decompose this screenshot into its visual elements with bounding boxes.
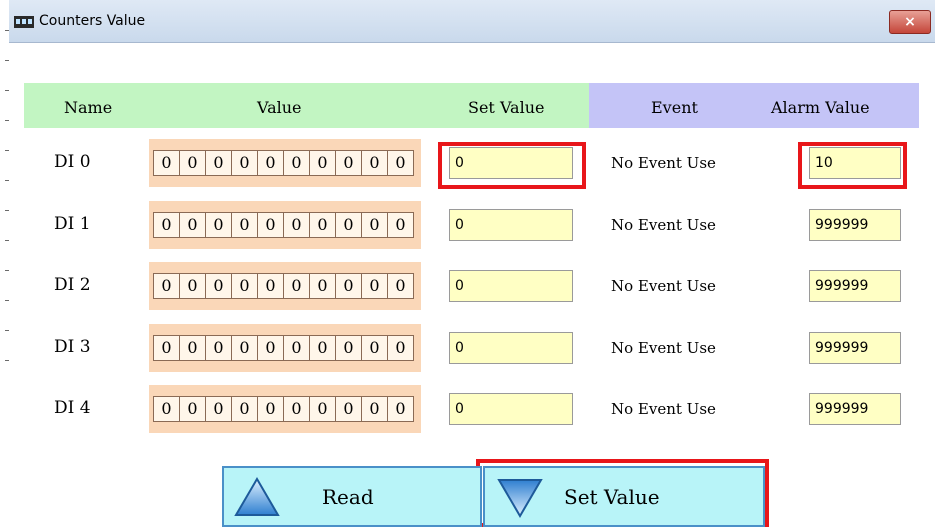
window-title: Counters Value (39, 13, 146, 29)
counter-digit: 0 (258, 397, 284, 421)
counter-digit: 0 (310, 274, 336, 298)
counter-digit: 0 (232, 274, 258, 298)
counter-digit: 0 (388, 335, 413, 360)
header-set-value: Set Value (468, 98, 545, 117)
event-text: No Event Use (611, 154, 716, 172)
counter-digit: 0 (284, 151, 310, 175)
counter-digit: 0 (388, 151, 413, 175)
close-button[interactable]: × (889, 10, 931, 34)
set-value-input[interactable] (449, 331, 573, 364)
counter-digit: 0 (362, 151, 388, 175)
row-label: DI 4 (54, 398, 91, 418)
event-text: No Event Use (611, 338, 716, 357)
counter-digit: 0 (180, 397, 206, 421)
counter-digit: 0 (388, 397, 413, 421)
counter-digit: 0 (180, 274, 206, 298)
counter-digit: 0 (362, 397, 388, 421)
counter-digit: 0 (258, 335, 284, 360)
client-area: Name Value Set Value Event Alarm Value D… (9, 43, 935, 527)
counter-digit: 0 (258, 212, 284, 237)
counter-digit: 0 (206, 397, 232, 421)
counter-digit: 0 (180, 335, 206, 360)
counter-digit: 0 (258, 274, 284, 298)
counter-digit: 0 (388, 212, 413, 237)
header-value: Value (257, 98, 302, 117)
row-label: DI 2 (54, 275, 91, 295)
counter-digit: 0 (206, 274, 232, 298)
row-label: DI 0 (54, 152, 91, 172)
counter-digit: 0 (154, 335, 180, 360)
counter-digit: 0 (362, 212, 388, 237)
header-event: Event (651, 98, 698, 117)
counter-value-digits: 0000000000 (153, 273, 414, 299)
event-text: No Event Use (611, 277, 716, 295)
counter-digit: 0 (154, 274, 180, 298)
counter-value-digits: 0000000000 (153, 211, 414, 238)
read-button[interactable]: Read (222, 466, 482, 527)
counter-value-digits: 0000000000 (153, 150, 414, 176)
close-icon: × (904, 14, 916, 30)
counters-value-window: Counters Value × Name Value Set Value Ev… (9, 0, 935, 527)
counter-digit: 0 (362, 335, 388, 360)
counter-digit: 0 (232, 335, 258, 360)
set-value-input[interactable] (449, 208, 573, 241)
counter-digit: 0 (336, 151, 362, 175)
counter-digit: 0 (154, 397, 180, 421)
header-alarm-value: Alarm Value (771, 98, 870, 117)
header-name: Name (64, 98, 113, 117)
alarm-value-input[interactable] (809, 393, 901, 425)
counter-app-icon (14, 16, 34, 28)
counter-digit: 0 (154, 212, 180, 237)
row-label: DI 1 (54, 213, 91, 234)
counter-digit: 0 (154, 151, 180, 175)
row-label: DI 3 (54, 336, 91, 357)
title-bar: Counters Value × (9, 0, 935, 43)
alarm-value-input[interactable] (809, 208, 901, 241)
highlight-alarm-value-di0 (798, 142, 907, 189)
counter-digit: 0 (388, 274, 413, 298)
event-text: No Event Use (611, 215, 716, 234)
counter-digit: 0 (206, 335, 232, 360)
counter-digit: 0 (180, 212, 206, 237)
counter-digit: 0 (284, 397, 310, 421)
counter-digit: 0 (336, 335, 362, 360)
counter-digit: 0 (310, 335, 336, 360)
counter-digit: 0 (232, 397, 258, 421)
alarm-value-input[interactable] (809, 270, 901, 302)
counter-value-digits: 0000000000 (153, 396, 414, 422)
counter-digit: 0 (284, 212, 310, 237)
alarm-value-input[interactable] (809, 331, 901, 364)
set-value-button[interactable]: Set Value (483, 466, 765, 527)
counter-digit: 0 (180, 151, 206, 175)
counter-digit: 0 (284, 335, 310, 360)
counter-digit: 0 (310, 151, 336, 175)
counter-digit: 0 (310, 397, 336, 421)
triangle-down-icon (497, 479, 543, 518)
counter-digit: 0 (206, 151, 232, 175)
read-button-label: Read (322, 485, 374, 509)
counter-digit: 0 (310, 212, 336, 237)
counter-digit: 0 (362, 274, 388, 298)
counter-digit: 0 (232, 212, 258, 237)
counter-digit: 0 (284, 274, 310, 298)
counter-digit: 0 (336, 397, 362, 421)
counter-value-digits: 0000000000 (153, 334, 414, 361)
counter-digit: 0 (258, 151, 284, 175)
counter-digit: 0 (206, 212, 232, 237)
set-value-input[interactable] (449, 393, 573, 425)
event-text: No Event Use (611, 400, 716, 418)
counter-digit: 0 (336, 274, 362, 298)
counter-digit: 0 (232, 151, 258, 175)
highlight-set-value-di0 (438, 142, 586, 189)
triangle-up-icon (234, 477, 280, 516)
set-value-button-label: Set Value (564, 485, 660, 509)
counter-digit: 0 (336, 212, 362, 237)
set-value-input[interactable] (449, 270, 573, 302)
